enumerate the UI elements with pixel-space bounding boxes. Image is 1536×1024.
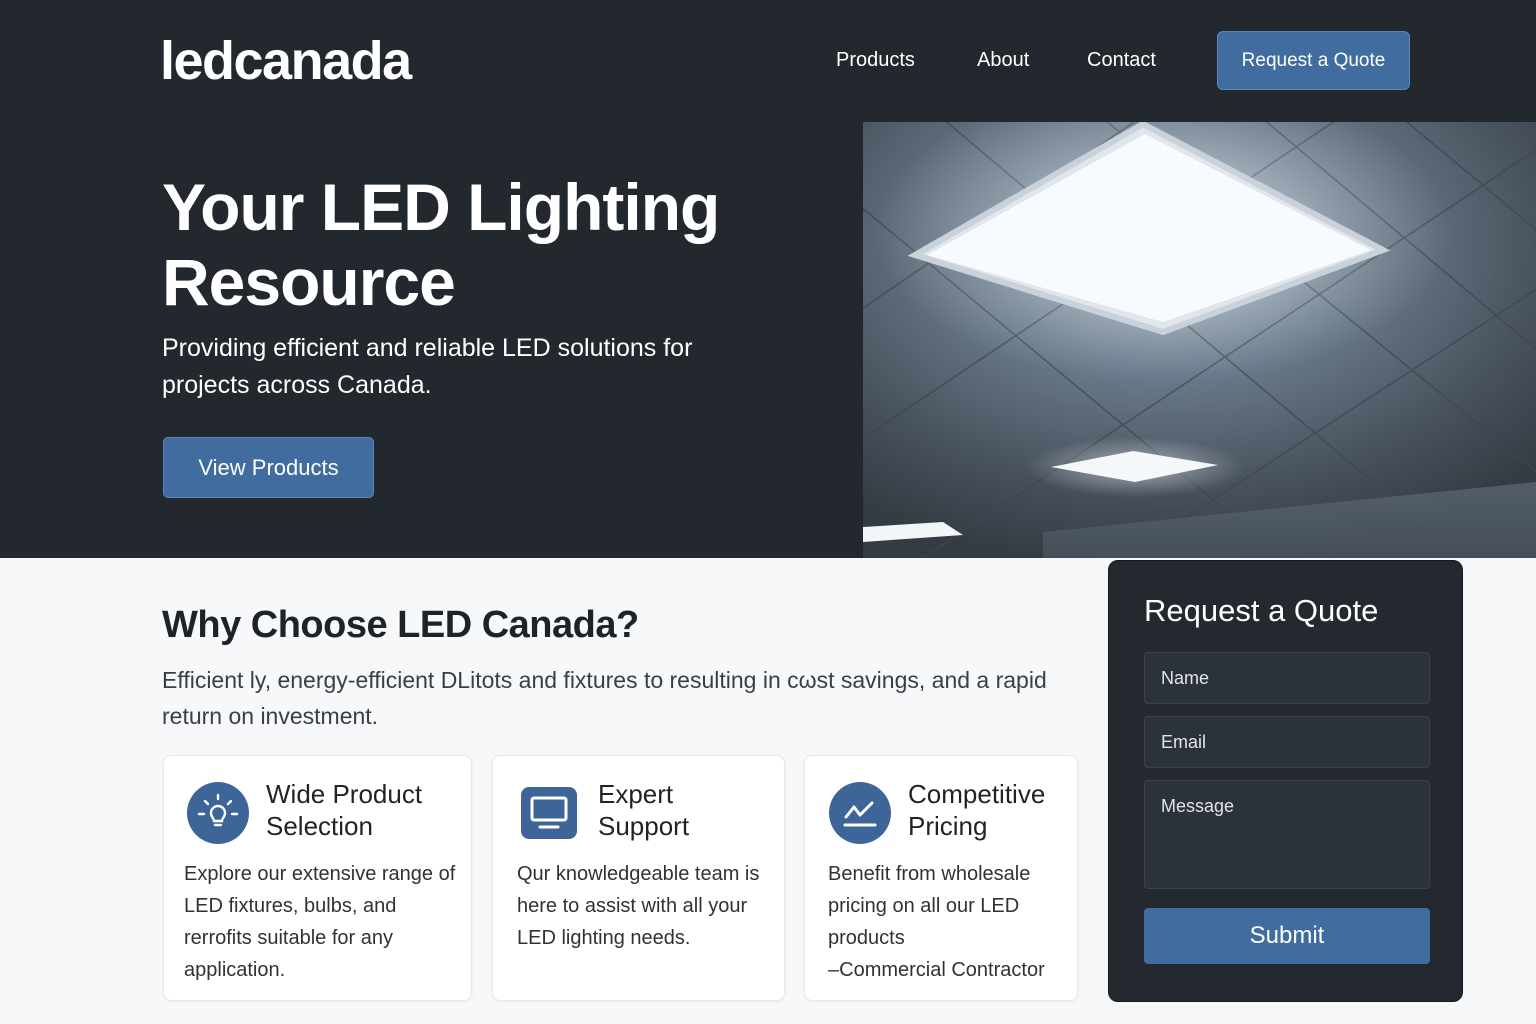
nav-about[interactable]: About <box>977 49 1029 72</box>
feature-card-expert-support: Expert Support Qur knowledgeable team is… <box>492 755 785 1001</box>
feature-text: Qur knowledgeable team is here to assist… <box>517 863 760 949</box>
hero-title-line2: Resource <box>162 245 456 319</box>
quote-form-panel: Request a Quote Submit <box>1108 560 1463 1002</box>
hero-title-line1: Your LED Lighting <box>162 170 720 244</box>
testimonial-attribution: –Commercial Contractor <box>828 959 1045 981</box>
feature-text-body: Benefit from wholesale pricing on all ou… <box>828 863 1031 949</box>
nav-products[interactable]: Products <box>836 49 915 72</box>
nav-contact[interactable]: Contact <box>1087 49 1156 72</box>
hero-subtitle: Providing efficient and reliable LED sol… <box>162 334 693 399</box>
logo[interactable]: ledcanada <box>160 30 412 92</box>
lightbulb-icon <box>186 781 250 850</box>
hero-section: ledcanada Products About Contact Request… <box>0 0 1536 558</box>
hero-ceiling-light-image <box>863 122 1536 558</box>
feature-title: Wide Product Selection <box>266 779 423 841</box>
why-choose-title: Why Choose LED Canada? <box>162 604 639 646</box>
feature-card-competitive-pricing: Competitive Pricing Benefit from wholesa… <box>804 755 1078 1001</box>
feature-card-product-selection: Wide Product Selection Explore our exten… <box>163 755 472 1001</box>
name-field[interactable] <box>1144 652 1430 704</box>
message-field[interactable] <box>1144 780 1430 889</box>
quote-form-title: Request a Quote <box>1144 593 1379 628</box>
feature-text: Benefit from wholesale pricing on all ou… <box>828 858 1068 986</box>
request-quote-button[interactable]: Request a Quote <box>1217 31 1410 90</box>
hero-title: Your LED Lighting Resource <box>162 170 842 320</box>
email-field[interactable] <box>1144 716 1430 768</box>
monitor-icon <box>520 786 578 845</box>
feature-title: Expert Support <box>598 779 690 841</box>
trend-chart-icon <box>828 781 892 850</box>
why-choose-text: Efficient ly, energy-efficient DLitots a… <box>162 667 1047 729</box>
submit-button[interactable]: Submit <box>1144 908 1430 964</box>
feature-text: Explore our extensive range of LED fixtu… <box>184 863 456 981</box>
view-products-button[interactable]: View Products <box>163 437 374 498</box>
feature-title: Competitive Pricing <box>908 779 1046 841</box>
